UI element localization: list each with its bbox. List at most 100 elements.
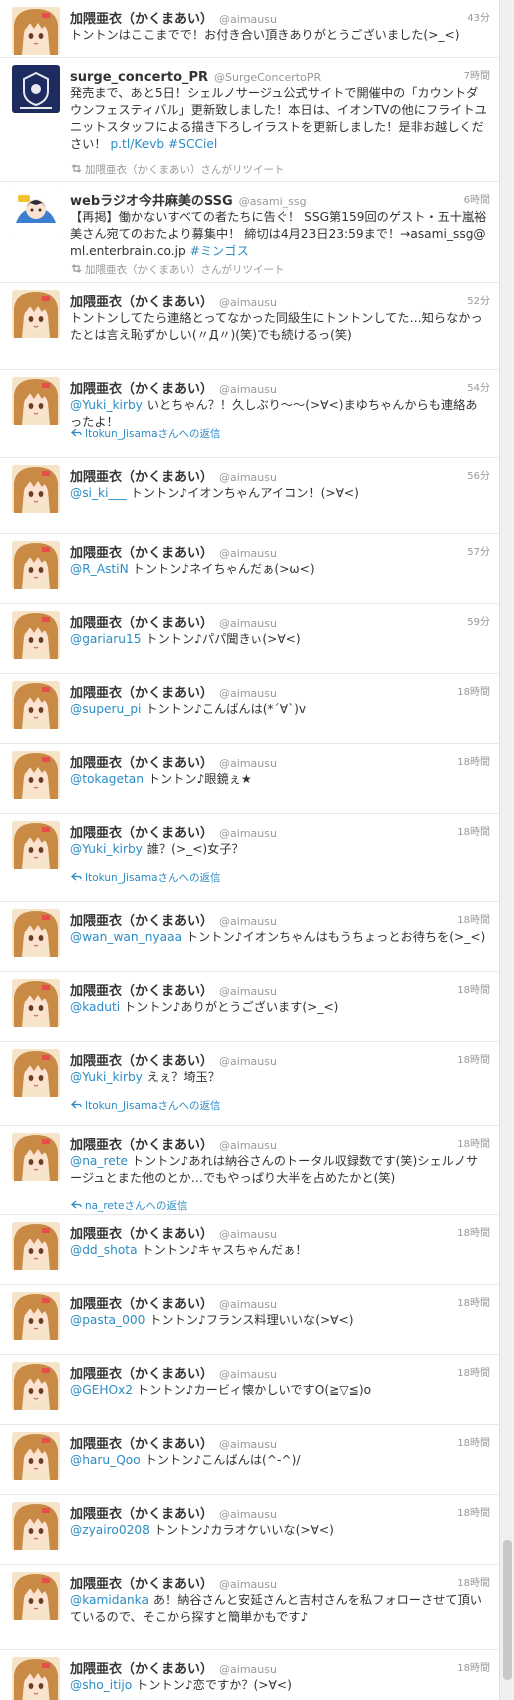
user-handle[interactable]: @SurgeConcertoPR xyxy=(214,71,321,84)
tweet-item[interactable]: 加隈亜衣（かくまあい） @aimausu 52分 トントンしてたら連絡とってなかった同… xyxy=(0,283,498,370)
display-name[interactable]: surge_concerto_PR xyxy=(70,70,208,85)
tweet-item[interactable]: 加隈亜衣（かくまあい） @aimausu 18時間 @sho_itijo トントン♪恋… xyxy=(0,1650,498,1700)
avatar[interactable] xyxy=(12,821,60,869)
tweet-item[interactable]: 加隈亜衣（かくまあい） @aimausu 18時間 @tokagetan トントン♪眼… xyxy=(0,744,498,814)
tweet-item[interactable]: 加隈亜衣（かくまあい） @aimausu 43分 トントンはここまでで！お付き合い頂き… xyxy=(0,0,498,58)
mention-link[interactable]: @Yuki_kirby xyxy=(70,1070,143,1084)
timestamp[interactable]: 43分 xyxy=(467,9,490,24)
url-link[interactable]: p.tl/Kevb xyxy=(110,137,164,151)
display-name[interactable]: 加隈亜衣（かくまあい） xyxy=(70,470,213,485)
avatar[interactable] xyxy=(12,541,60,589)
timestamp[interactable]: 52分 xyxy=(467,292,490,307)
user-handle[interactable]: @aimausu xyxy=(219,1368,277,1381)
avatar[interactable] xyxy=(12,1049,60,1097)
user-handle[interactable]: @aimausu xyxy=(219,1663,277,1676)
mention-link[interactable]: @gariaru15 xyxy=(70,632,142,646)
tweet-item[interactable]: 加隈亜衣（かくまあい） @aimausu 18時間 @dd_shota トントン♪キャ… xyxy=(0,1215,498,1285)
display-name[interactable]: 加隈亜衣（かくまあい） xyxy=(70,1437,213,1452)
mention-link[interactable]: @kaduti xyxy=(70,1000,120,1014)
user-handle[interactable]: @aimausu xyxy=(219,985,277,998)
user-handle[interactable]: @aimausu xyxy=(219,1298,277,1311)
tweet-item[interactable]: webラジオ今井麻美のSSG @asami_ssg 6時間 【再掲】働かないすべての者… xyxy=(0,182,498,283)
hashtag-link[interactable]: #SCCiel xyxy=(168,137,217,151)
timestamp[interactable]: 18時間 xyxy=(457,1135,490,1150)
mention-link[interactable]: @pasta_000 xyxy=(70,1313,145,1327)
mention-link[interactable]: @kamidanka xyxy=(70,1593,149,1607)
timestamp[interactable]: 57分 xyxy=(467,543,490,558)
display-name[interactable]: 加隈亜衣（かくまあい） xyxy=(70,616,213,631)
timestamp[interactable]: 59分 xyxy=(467,613,490,628)
avatar[interactable] xyxy=(12,7,60,55)
mention-link[interactable]: @sho_itijo xyxy=(70,1678,132,1692)
hashtag-link[interactable]: #ミンゴス xyxy=(190,244,249,258)
tweet-item[interactable]: 加隈亜衣（かくまあい） @aimausu 57分 @R_AstiN トントン♪ネイちゃ… xyxy=(0,534,498,604)
in-reply-to-link[interactable]: Itokun_Jisamaさんへの返信 xyxy=(70,1098,488,1113)
user-handle[interactable]: @aimausu xyxy=(219,471,277,484)
timestamp[interactable]: 18時間 xyxy=(457,1364,490,1379)
mention-link[interactable]: @R_AstiN xyxy=(70,562,129,576)
user-handle[interactable]: @aimausu xyxy=(219,1139,277,1152)
timestamp[interactable]: 18時間 xyxy=(457,1434,490,1449)
display-name[interactable]: 加隈亜衣（かくまあい） xyxy=(70,1054,213,1069)
display-name[interactable]: 加隈亜衣（かくまあい） xyxy=(70,1138,213,1153)
timestamp[interactable]: 18時間 xyxy=(457,823,490,838)
avatar[interactable] xyxy=(12,1657,60,1700)
user-handle[interactable]: @aimausu xyxy=(219,296,277,309)
display-name[interactable]: 加隈亜衣（かくまあい） xyxy=(70,984,213,999)
timestamp[interactable]: 7時間 xyxy=(464,67,490,82)
in-reply-to-link[interactable]: na_reteさんへの返信 xyxy=(70,1198,488,1213)
tweet-item[interactable]: 加隈亜衣（かくまあい） @aimausu 18時間 @GEHOx2 トントン♪カービィ… xyxy=(0,1355,498,1425)
display-name[interactable]: 加隈亜衣（かくまあい） xyxy=(70,914,213,929)
user-handle[interactable]: @aimausu xyxy=(219,1228,277,1241)
user-handle[interactable]: @aimausu xyxy=(219,13,277,26)
mention-link[interactable]: @wan_wan_nyaaa xyxy=(70,930,182,944)
tweet-item[interactable]: 加隈亜衣（かくまあい） @aimausu 18時間 @zyairo0208 トントン♪… xyxy=(0,1495,498,1565)
user-handle[interactable]: @aimausu xyxy=(219,757,277,770)
avatar[interactable] xyxy=(12,290,60,338)
tweet-item[interactable]: 加隈亜衣（かくまあい） @aimausu 18時間 @wan_wan_nyaaa トン… xyxy=(0,902,498,972)
mention-link[interactable]: @GEHOx2 xyxy=(70,1383,133,1397)
tweet-item[interactable]: 加隈亜衣（かくまあい） @aimausu 18時間 @Yuki_kirby 誰？(>_… xyxy=(0,814,498,902)
tweet-item[interactable]: 加隈亜衣（かくまあい） @aimausu 18時間 @na_rete トントン♪あれは… xyxy=(0,1126,498,1215)
avatar[interactable] xyxy=(12,189,60,237)
user-handle[interactable]: @aimausu xyxy=(219,1055,277,1068)
display-name[interactable]: 加隈亜衣（かくまあい） xyxy=(70,826,213,841)
avatar[interactable] xyxy=(12,65,60,113)
mention-link[interactable]: @zyairo0208 xyxy=(70,1523,150,1537)
tweet-item[interactable]: 加隈亜衣（かくまあい） @aimausu 56分 @si_ki___ トントン♪イオン… xyxy=(0,458,498,534)
tweet-item[interactable]: 加隈亜衣（かくまあい） @aimausu 18時間 @kaduti トントン♪ありがと… xyxy=(0,972,498,1042)
avatar[interactable] xyxy=(12,1292,60,1340)
timestamp[interactable]: 6時間 xyxy=(464,191,490,206)
tweet-item[interactable]: 加隈亜衣（かくまあい） @aimausu 54分 @Yuki_kirby いとちゃん？… xyxy=(0,370,498,458)
display-name[interactable]: 加隈亜衣（かくまあい） xyxy=(70,1507,213,1522)
tweet-item[interactable]: 加隈亜衣（かくまあい） @aimausu 59分 @gariaru15 トントン♪パパ… xyxy=(0,604,498,674)
avatar[interactable] xyxy=(12,1133,60,1181)
display-name[interactable]: 加隈亜衣（かくまあい） xyxy=(70,756,213,771)
display-name[interactable]: 加隈亜衣（かくまあい） xyxy=(70,12,213,27)
user-handle[interactable]: @aimausu xyxy=(219,687,277,700)
user-handle[interactable]: @aimausu xyxy=(219,383,277,396)
avatar[interactable] xyxy=(12,1222,60,1270)
display-name[interactable]: 加隈亜衣（かくまあい） xyxy=(70,1662,213,1677)
mention-link[interactable]: @tokagetan xyxy=(70,772,144,786)
tweet-item[interactable]: 加隈亜衣（かくまあい） @aimausu 18時間 @Yuki_kirby えぇ？埼玉… xyxy=(0,1042,498,1126)
display-name[interactable]: 加隈亜衣（かくまあい） xyxy=(70,1577,213,1592)
in-reply-to-link[interactable]: Itokun_Jisamaさんへの返信 xyxy=(70,426,488,441)
display-name[interactable]: 加隈亜衣（かくまあい） xyxy=(70,295,213,310)
scrollbar-thumb[interactable] xyxy=(503,1540,512,1680)
timestamp[interactable]: 54分 xyxy=(467,379,490,394)
tweet-item[interactable]: surge_concerto_PR @SurgeConcertoPR 7時間 発売まで… xyxy=(0,58,498,182)
user-handle[interactable]: @asami_ssg xyxy=(239,195,307,208)
in-reply-to-link[interactable]: Itokun_Jisamaさんへの返信 xyxy=(70,870,488,885)
timestamp[interactable]: 18時間 xyxy=(457,753,490,768)
timestamp[interactable]: 18時間 xyxy=(457,1659,490,1674)
avatar[interactable] xyxy=(12,1362,60,1410)
timestamp[interactable]: 18時間 xyxy=(457,981,490,996)
timestamp[interactable]: 18時間 xyxy=(457,1294,490,1309)
user-handle[interactable]: @aimausu xyxy=(219,547,277,560)
user-handle[interactable]: @aimausu xyxy=(219,827,277,840)
tweet-item[interactable]: 加隈亜衣（かくまあい） @aimausu 18時間 @superu_pi トントン♪こ… xyxy=(0,674,498,744)
timestamp[interactable]: 18時間 xyxy=(457,1224,490,1239)
avatar[interactable] xyxy=(12,979,60,1027)
timestamp[interactable]: 18時間 xyxy=(457,911,490,926)
